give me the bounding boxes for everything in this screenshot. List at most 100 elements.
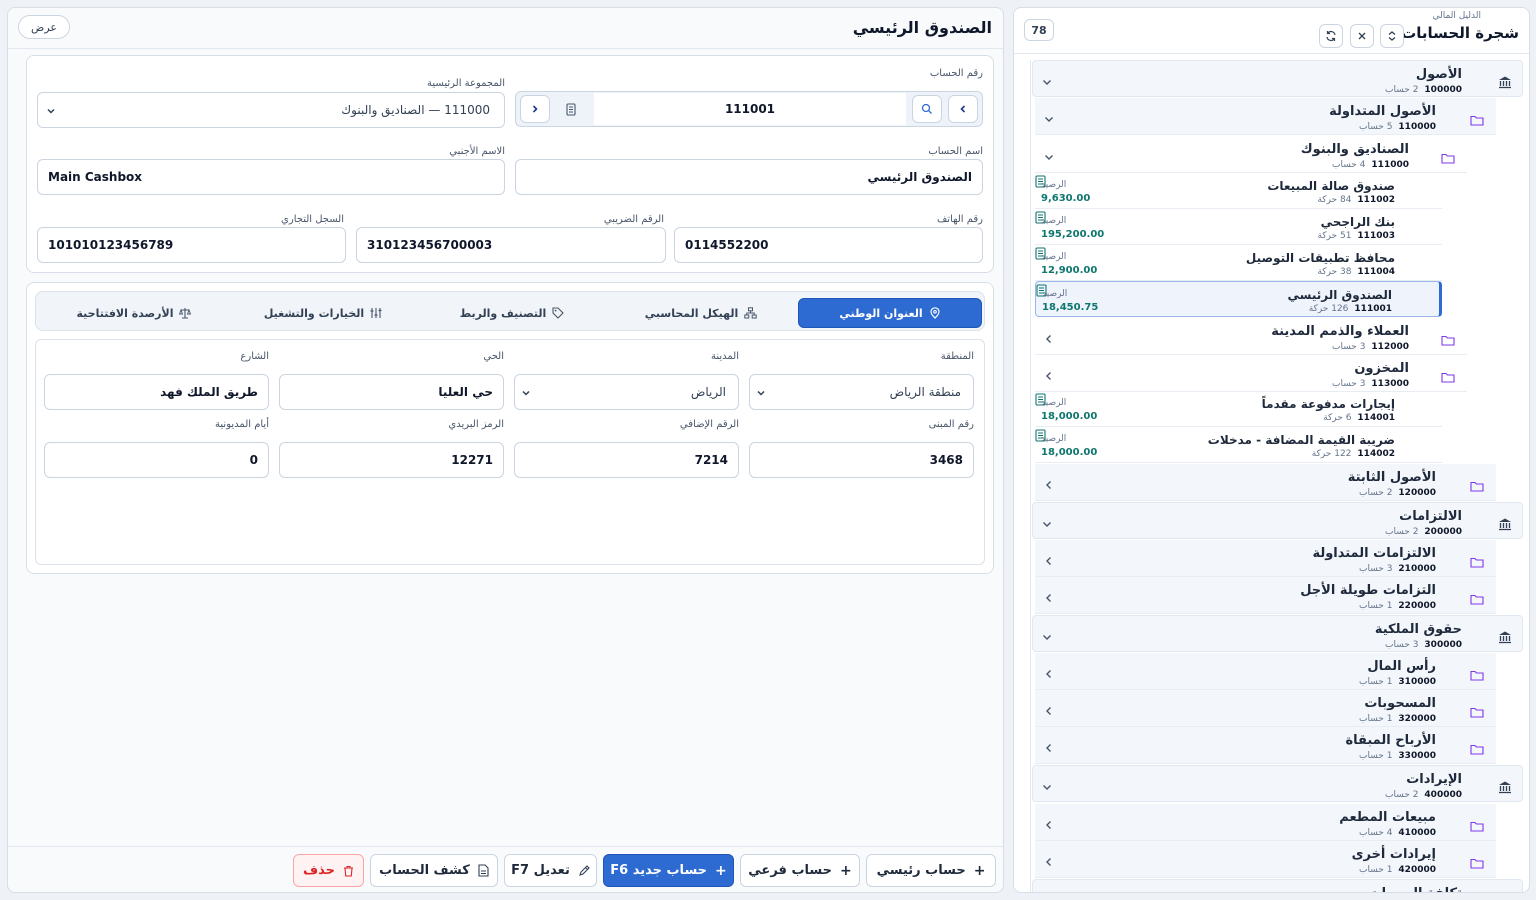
tab-accounting-structure-label: الهيكل المحاسبي bbox=[644, 306, 739, 320]
chevron-down-icon[interactable] bbox=[1041, 73, 1053, 85]
region-select[interactable]: منطقة الرياض bbox=[749, 374, 974, 410]
hierarchy-icon bbox=[744, 307, 757, 319]
refresh-button[interactable] bbox=[1319, 24, 1343, 48]
tree-group-node[interactable]: الصناديق والبنوك 111000 4 حساب bbox=[1035, 136, 1467, 173]
main-group-select[interactable]: 111000 — الصناديق والبنوك bbox=[37, 92, 505, 128]
tree-root-node[interactable]: الالتزامات 200000 2 حساب bbox=[1032, 502, 1523, 539]
tree-leaf-account[interactable]: الرصيد 18,000.00 ضريبة القيمة المضافة - مد… bbox=[1035, 427, 1442, 463]
chevron-left-icon[interactable] bbox=[1043, 367, 1055, 380]
street-input[interactable]: طريق الملك فهد bbox=[44, 374, 269, 410]
chevron-left-icon[interactable] bbox=[1043, 476, 1055, 489]
commercial-register-input[interactable]: 101010123456789 bbox=[37, 227, 346, 263]
tab-classification-label: التصنيف والربط bbox=[459, 306, 547, 320]
chevron-left-icon[interactable] bbox=[1043, 665, 1055, 678]
chevron-down-icon[interactable] bbox=[1041, 778, 1053, 790]
tab-options[interactable]: الخيارات والتشغيل bbox=[231, 298, 415, 328]
account-name-input[interactable]: الصندوق الرئيسي bbox=[515, 159, 983, 195]
tab-opening-balances[interactable]: الأرصدة الافتتاحية bbox=[42, 298, 226, 328]
tab-accounting-structure[interactable]: الهيكل المحاسبي bbox=[609, 298, 793, 328]
tree-leaf-account[interactable]: الرصيد 9,630.00 صندوق صالة المبيعات 111002 8… bbox=[1035, 173, 1442, 209]
tree-root-node[interactable]: حقوق الملكية 300000 3 حساب bbox=[1032, 615, 1523, 652]
expand-collapse-button[interactable] bbox=[1380, 24, 1404, 48]
tax-number-input[interactable]: 310123456700003 bbox=[356, 227, 666, 263]
street-value: طريق الملك فهد bbox=[160, 385, 258, 399]
account-meta: 111000 4 حساب bbox=[1332, 160, 1409, 170]
account-name: العملاء والذمم المدينة bbox=[1271, 324, 1409, 339]
chevron-left-icon[interactable] bbox=[1043, 853, 1055, 866]
account-count: 122 حركة bbox=[1311, 449, 1352, 459]
tab-classification[interactable]: التصنيف والربط bbox=[420, 298, 604, 328]
tree-root-node[interactable]: الأصول 100000 2 حساب bbox=[1032, 60, 1523, 97]
foreign-name-input[interactable]: Main Cashbox bbox=[37, 159, 505, 195]
tree-group-node[interactable]: المخزون 113000 3 حساب bbox=[1035, 355, 1467, 392]
tree-leaf-account[interactable]: الرصيد 18,000.00 إيجارات مدفوعة مقدماً 1140… bbox=[1035, 391, 1442, 427]
tree-group-node[interactable]: الأصول الثابتة 120000 2 حساب bbox=[1035, 464, 1496, 501]
tree-group-node[interactable]: العملاء والذمم المدينة 112000 3 حساب bbox=[1035, 318, 1467, 355]
folder-icon bbox=[1441, 149, 1455, 164]
next-account-button[interactable] bbox=[520, 95, 550, 123]
tree-group-node[interactable]: إيرادات أخرى 420000 1 حساب bbox=[1035, 841, 1496, 878]
building-input[interactable]: 3468 bbox=[749, 442, 974, 478]
chevron-down-icon[interactable] bbox=[1041, 515, 1053, 527]
chevron-left-icon[interactable] bbox=[1043, 552, 1055, 565]
prev-account-button[interactable] bbox=[948, 95, 978, 123]
account-name: الإيرادات bbox=[1406, 772, 1462, 787]
postal-code-input[interactable]: 12271 bbox=[279, 442, 504, 478]
chevron-left-icon[interactable] bbox=[1043, 702, 1055, 715]
chevron-left-icon[interactable] bbox=[1043, 330, 1055, 343]
foreign-name-label: الاسم الأجنبي bbox=[449, 146, 505, 157]
balance-value: 18,450.75 bbox=[1042, 302, 1099, 313]
chevron-down-icon[interactable] bbox=[1043, 148, 1055, 160]
account-statement-label: كشف الحساب bbox=[379, 863, 470, 878]
account-name: بنك الراجحي bbox=[1320, 215, 1395, 229]
plus-icon: + bbox=[973, 862, 986, 879]
tab-national-address[interactable]: العنوان الوطني bbox=[798, 298, 982, 328]
account-name: صندوق صالة المبيعات bbox=[1267, 179, 1395, 193]
chevron-down-icon[interactable] bbox=[1043, 110, 1055, 122]
search-account-button[interactable] bbox=[912, 95, 942, 123]
tree-leaf-account[interactable]: الرصيد 195,200.00 بنك الراجحي 111003 51 حركة bbox=[1035, 209, 1442, 245]
account-number-label: رقم الحساب bbox=[929, 68, 983, 79]
tree-group-node[interactable]: الأرباح المبقاة 330000 1 حساب bbox=[1035, 727, 1496, 764]
debt-days-input[interactable]: 0 bbox=[44, 442, 269, 478]
chevron-left-icon[interactable] bbox=[1043, 816, 1055, 829]
view-button[interactable]: عرض bbox=[18, 15, 70, 39]
folder-icon bbox=[1470, 590, 1484, 605]
city-select[interactable]: الرياض bbox=[514, 374, 739, 410]
tree-group-node[interactable]: المسحوبات 320000 1 حساب bbox=[1035, 690, 1496, 727]
chevron-left-icon[interactable] bbox=[1043, 589, 1055, 602]
tree-group-node[interactable]: مبيعات المطعم 410000 4 حساب bbox=[1035, 804, 1496, 841]
account-code: 300000 bbox=[1424, 640, 1462, 650]
additional-number-input[interactable]: 7214 bbox=[514, 442, 739, 478]
chevron-down-icon[interactable] bbox=[1041, 628, 1053, 640]
tree-group-node[interactable]: الأصول المتداولة 110000 5 حساب bbox=[1035, 98, 1496, 135]
tree-root-node[interactable]: الإيرادات 400000 2 حساب bbox=[1032, 765, 1523, 802]
account-meta: 114002 122 حركة bbox=[1312, 449, 1395, 459]
map-pin-icon bbox=[930, 307, 940, 319]
tree-leaf-account[interactable]: الرصيد 18,450.75 الصندوق الرئيسي 111001 126 … bbox=[1035, 281, 1442, 317]
account-list-button[interactable] bbox=[556, 95, 586, 123]
tree-group-node[interactable]: رأس المال 310000 1 حساب bbox=[1035, 653, 1496, 690]
add-main-account-button[interactable]: + حساب رئيسي bbox=[866, 854, 996, 887]
tree-leaf-account[interactable]: الرصيد 12,900.00 محافظ تطبيقات التوصيل 1110… bbox=[1035, 245, 1442, 281]
building-value: 3468 bbox=[929, 453, 963, 467]
add-sub-account-button[interactable]: + حساب فرعي bbox=[740, 854, 860, 887]
tree-group-node[interactable]: الالتزامات المتداولة 210000 3 حساب bbox=[1035, 540, 1496, 577]
edit-account-button[interactable]: تعديل F7 bbox=[504, 854, 597, 887]
account-statement-button[interactable]: كشف الحساب bbox=[370, 854, 498, 887]
tree-group-node[interactable]: التزامات طويلة الأجل 220000 1 حساب bbox=[1035, 577, 1496, 614]
new-account-button[interactable]: + حساب جديد F6 bbox=[603, 854, 734, 887]
tree-root-node[interactable]: تكلفة المبيعات bbox=[1032, 879, 1523, 893]
account-meta: 111004 38 حركة bbox=[1317, 267, 1395, 277]
account-count: 1 حساب bbox=[1359, 601, 1393, 611]
district-input[interactable]: حي العليا bbox=[279, 374, 504, 410]
chevron-down-icon[interactable] bbox=[1041, 892, 1053, 893]
new-account-label: حساب جديد F6 bbox=[610, 863, 708, 878]
trash-icon bbox=[344, 865, 353, 877]
chevron-left-icon[interactable] bbox=[1043, 739, 1055, 752]
account-count: 1 حساب bbox=[1359, 865, 1393, 875]
delete-account-button[interactable]: حذف bbox=[293, 854, 364, 887]
account-number-input[interactable]: 111001 bbox=[594, 93, 906, 125]
phone-input[interactable]: 0114552200 bbox=[674, 227, 983, 263]
clear-button[interactable] bbox=[1350, 24, 1374, 48]
